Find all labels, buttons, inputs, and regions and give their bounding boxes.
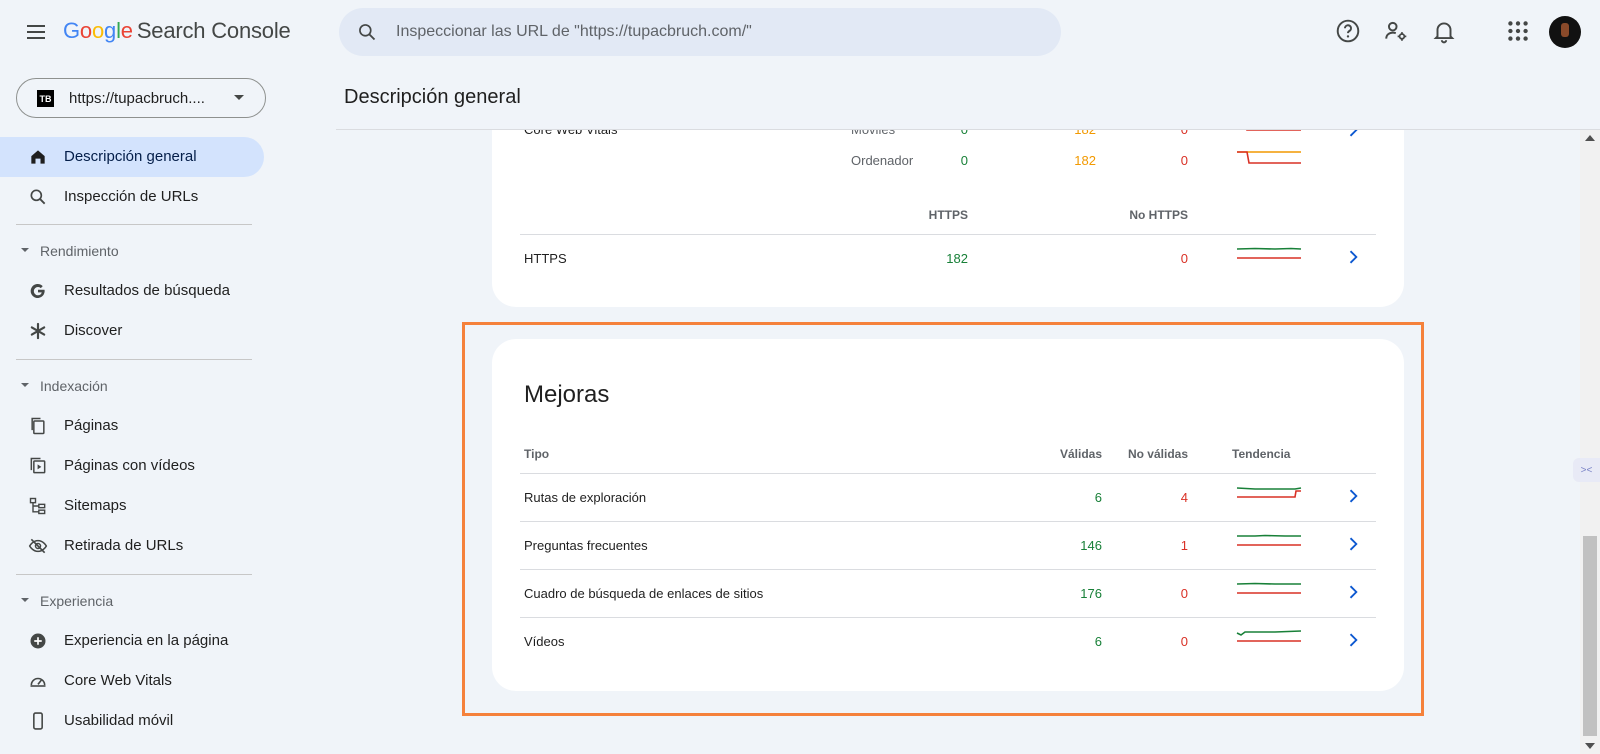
trend-sparkline [1236, 582, 1301, 594]
sidebar-item-page-experience[interactable]: Experiencia en la página [0, 621, 264, 661]
page-header: Descripción general [336, 64, 1600, 130]
row-divider [520, 473, 1376, 474]
scroll-down-arrow-icon[interactable] [1585, 743, 1595, 749]
sidebar-divider [16, 359, 252, 360]
sidebar-item-sitemaps[interactable]: Sitemaps [0, 486, 264, 526]
url-inspection-search[interactable] [339, 8, 1061, 56]
asterisk-icon [30, 322, 46, 340]
trend-sparkline [1237, 151, 1301, 164]
cwv-poor-count: 0 [1180, 153, 1188, 168]
scroll-thumb[interactable] [1583, 536, 1597, 736]
help-icon[interactable] [1335, 18, 1361, 44]
invalid-count: 1 [1180, 538, 1188, 553]
gauge-icon [30, 677, 46, 687]
enhancements-card: Mejoras Tipo Válidas No válidas Tendenci… [492, 339, 1404, 691]
invalid-count: 0 [1180, 586, 1188, 601]
google-g-icon [30, 283, 45, 298]
sidebar-divider [16, 574, 252, 575]
home-icon [31, 150, 45, 164]
trend-sparkline [1236, 487, 1302, 498]
trend-sparkline [1236, 630, 1302, 642]
trend-sparkline [1236, 247, 1302, 259]
search-icon [359, 24, 376, 41]
enhancement-type-label[interactable]: Vídeos [524, 634, 564, 649]
property-label: https://tupacbruch.... [69, 90, 205, 107]
scroll-up-arrow-icon[interactable] [1585, 135, 1595, 141]
row-divider [520, 569, 1376, 570]
valid-count: 6 [1094, 634, 1102, 649]
dropdown-caret-icon [234, 95, 244, 100]
user-settings-icon[interactable] [1383, 18, 1409, 44]
chevron-right-icon[interactable] [1343, 534, 1363, 554]
product-name: Search Console [136, 18, 291, 43]
https-label[interactable]: HTTPS [524, 251, 567, 266]
sidebar-item-url-removals[interactable]: Retirada de URLs [0, 526, 264, 566]
row-divider [520, 521, 1376, 522]
top-app-bar: Google Search Console [0, 0, 1600, 64]
property-selector[interactable]: TB https://tupacbruch.... [16, 78, 266, 118]
https-count: 182 [946, 251, 968, 266]
pages-icon [31, 417, 45, 435]
cwv-device-label: Ordenador [851, 153, 914, 168]
row-divider [520, 617, 1376, 618]
search-icon [30, 189, 46, 205]
enhancement-type-label[interactable]: Cuadro de búsqueda de enlaces de sitios [524, 586, 763, 601]
sidebar-item-mobile-usability[interactable]: Usabilidad móvil [0, 701, 264, 741]
sidebar-section-indexing[interactable]: Indexación [0, 371, 264, 401]
valid-count: 176 [1080, 586, 1102, 601]
collapse-caret-icon [21, 598, 29, 602]
enhancement-type-label[interactable]: Rutas de exploración [524, 490, 646, 505]
no-https-count: 0 [1180, 251, 1188, 266]
video-pages-icon [30, 457, 46, 474]
plus-circle-icon [30, 633, 46, 649]
search-input[interactable] [396, 8, 1036, 56]
valid-count: 146 [1080, 538, 1102, 553]
sidebar-divider [16, 224, 252, 225]
column-header-tipo: Tipo [524, 447, 550, 461]
sidebar-item-overview[interactable]: Descripción general [0, 137, 264, 177]
chevron-right-icon[interactable] [1343, 582, 1363, 602]
sidebar-item-pages[interactable]: Páginas [0, 406, 264, 446]
row-divider [520, 234, 1376, 235]
trend-sparkline [1237, 534, 1301, 546]
side-panel-toggle-icon[interactable]: >< [1573, 458, 1600, 482]
sidebar-item-core-web-vitals[interactable]: Core Web Vitals [0, 661, 264, 701]
column-header-no-validas: No válidas [1127, 447, 1188, 461]
account-avatar[interactable] [1549, 16, 1581, 48]
column-header-no-https: No HTTPS [1129, 208, 1188, 222]
page-scrollbar[interactable] [1580, 130, 1600, 754]
sidebar-item-video-pages[interactable]: Páginas con vídeos [0, 446, 264, 486]
apps-grid-icon[interactable] [1505, 18, 1531, 44]
column-header-validas: Válidas [1059, 447, 1102, 461]
sidebar-item-discover[interactable]: Discover [0, 311, 264, 351]
chevron-right-icon[interactable] [1343, 486, 1363, 506]
main-menu-icon[interactable] [20, 18, 52, 46]
column-header-tendencia: Tendencia [1232, 447, 1291, 461]
page-title: Descripción general [344, 86, 521, 108]
eye-off-icon [28, 538, 48, 554]
app-logo[interactable]: Google Search Console [63, 18, 291, 44]
chevron-right-icon[interactable] [1343, 630, 1363, 650]
sidebar-section-performance[interactable]: Rendimiento [0, 236, 264, 266]
enhancement-type-label[interactable]: Preguntas frecuentes [524, 538, 648, 553]
cwv-needs-count: 182 [1074, 153, 1096, 168]
sidebar-section-experience[interactable]: Experiencia [0, 586, 264, 616]
sidebar-item-url-inspection[interactable]: Inspección de URLs [0, 177, 264, 217]
collapse-caret-icon [21, 383, 29, 387]
collapse-caret-icon [21, 248, 29, 252]
property-favicon: TB [37, 90, 54, 107]
sidebar-item-search-results[interactable]: Resultados de búsqueda [0, 271, 264, 311]
column-header-https: HTTPS [928, 208, 968, 222]
mobile-icon [33, 712, 43, 730]
sitemap-icon [29, 497, 46, 515]
invalid-count: 4 [1180, 490, 1188, 505]
invalid-count: 0 [1180, 634, 1188, 649]
cwv-good-count: 0 [960, 153, 968, 168]
chevron-right-icon[interactable] [1343, 247, 1363, 267]
valid-count: 6 [1094, 490, 1102, 505]
notifications-bell-icon[interactable] [1431, 18, 1457, 44]
enhancements-title: Mejoras [524, 381, 610, 408]
